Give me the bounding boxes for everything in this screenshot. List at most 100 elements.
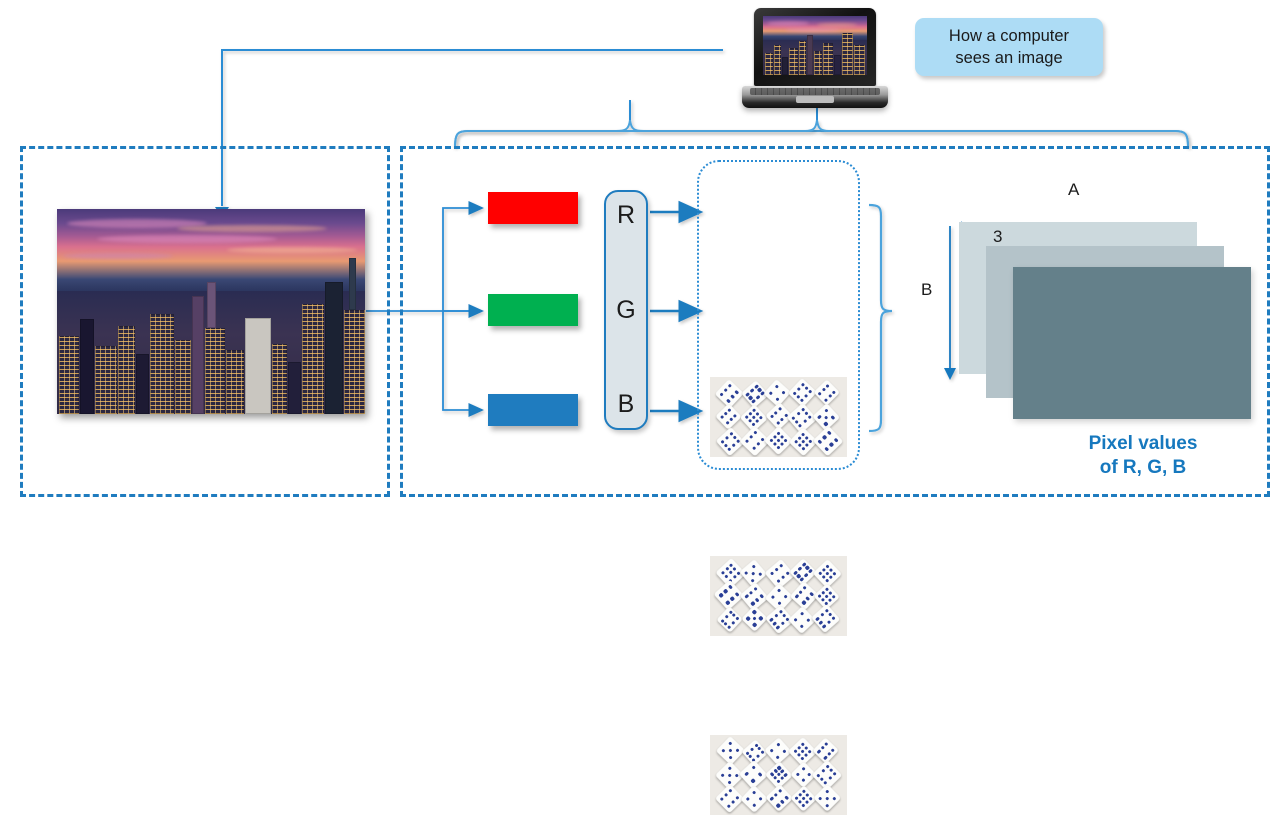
pixel-die — [789, 785, 817, 813]
die-pip — [799, 610, 805, 616]
die-pip — [728, 570, 733, 576]
die-pip — [770, 594, 776, 600]
die-pip — [746, 616, 751, 621]
die-pip — [727, 446, 732, 452]
die-pip — [749, 590, 754, 595]
die-pip — [804, 752, 809, 758]
die-pip — [724, 614, 729, 620]
die-pip — [825, 383, 830, 389]
die-pip — [747, 411, 753, 416]
die-pip — [756, 395, 761, 400]
die-pip — [801, 778, 806, 783]
die-pip — [821, 769, 826, 774]
rgb-channel-selector: R G B — [604, 190, 648, 430]
die-pip — [735, 592, 740, 598]
die-pip — [798, 590, 803, 595]
die-pip — [723, 411, 729, 416]
die-pip — [729, 417, 735, 423]
die-pip — [726, 398, 731, 403]
die-pip — [780, 441, 785, 447]
die-pip — [780, 575, 785, 580]
die-pip — [830, 415, 836, 420]
pixel-grid-red — [710, 377, 847, 457]
die-pip — [828, 776, 833, 781]
die-pip — [759, 593, 765, 599]
channel-label-r: R — [616, 201, 636, 229]
die-pip — [782, 749, 787, 755]
die-pip — [726, 624, 732, 630]
die-pip — [817, 439, 823, 444]
pixel-die — [812, 425, 844, 457]
die-pip — [751, 408, 757, 413]
die-pip — [733, 414, 739, 419]
pixel-die — [715, 606, 744, 634]
die-pip — [827, 393, 832, 399]
tensor-layer-front — [1013, 267, 1251, 419]
die-pip — [754, 411, 760, 417]
die-pip — [824, 577, 829, 583]
die-pip — [800, 431, 805, 437]
die-pip — [824, 788, 830, 794]
laptop-lid — [754, 8, 876, 86]
die-pip — [794, 594, 799, 599]
die-pip — [775, 755, 781, 760]
die-pip — [744, 414, 749, 420]
pixel-die — [715, 403, 743, 431]
die-pip — [816, 749, 822, 755]
die-pip — [805, 617, 811, 622]
die-pip — [752, 609, 758, 615]
die-pip — [800, 439, 806, 444]
die-pip — [832, 771, 838, 777]
die-pip — [777, 788, 783, 793]
die-pip — [820, 745, 826, 751]
die-pip — [751, 765, 757, 771]
die-pip — [734, 389, 739, 395]
die-pip — [775, 625, 781, 630]
die-pip — [728, 788, 733, 793]
die-pip — [754, 418, 760, 424]
die-pip — [720, 773, 725, 778]
laptop-computer — [742, 8, 890, 110]
die-pip — [808, 592, 814, 597]
die-pip — [724, 566, 730, 572]
source-image-photo — [57, 209, 365, 414]
die-pip — [779, 799, 785, 804]
die-pip — [745, 796, 751, 802]
die-pip — [744, 439, 749, 445]
die-pip — [755, 442, 761, 447]
die-pip — [831, 570, 837, 576]
callout-how-computer-sees: How a computer sees an image — [915, 18, 1103, 76]
die-pip — [780, 621, 786, 626]
die-pip — [748, 435, 754, 440]
axis-label-b: B — [921, 280, 933, 299]
die-pip — [805, 596, 810, 601]
die-pip — [752, 803, 757, 808]
die-pip — [719, 796, 725, 802]
laptop-keyboard — [750, 88, 880, 95]
die-pip — [822, 434, 827, 440]
die-pip — [747, 418, 753, 423]
die-pip — [816, 414, 822, 420]
die-pip — [720, 570, 726, 575]
die-pip — [794, 419, 799, 425]
die-pip — [800, 407, 806, 412]
die-pip — [800, 446, 806, 451]
die-pip — [768, 391, 774, 397]
die-pip — [758, 796, 763, 802]
die-pip — [826, 620, 832, 625]
die-pip — [801, 600, 806, 606]
die-pip — [730, 620, 736, 626]
die-pip — [734, 616, 740, 621]
die-pip — [778, 563, 784, 569]
die-pip — [817, 391, 822, 396]
die-pip — [774, 567, 779, 572]
die-pip — [797, 442, 802, 448]
die-pip — [749, 746, 755, 752]
axis-label-a: A — [1068, 180, 1080, 199]
die-pip — [727, 741, 733, 747]
die-pip — [769, 414, 775, 420]
die-pip — [750, 570, 756, 576]
die-pip — [751, 790, 757, 795]
die-pip — [826, 751, 832, 757]
die-pip — [804, 410, 809, 416]
